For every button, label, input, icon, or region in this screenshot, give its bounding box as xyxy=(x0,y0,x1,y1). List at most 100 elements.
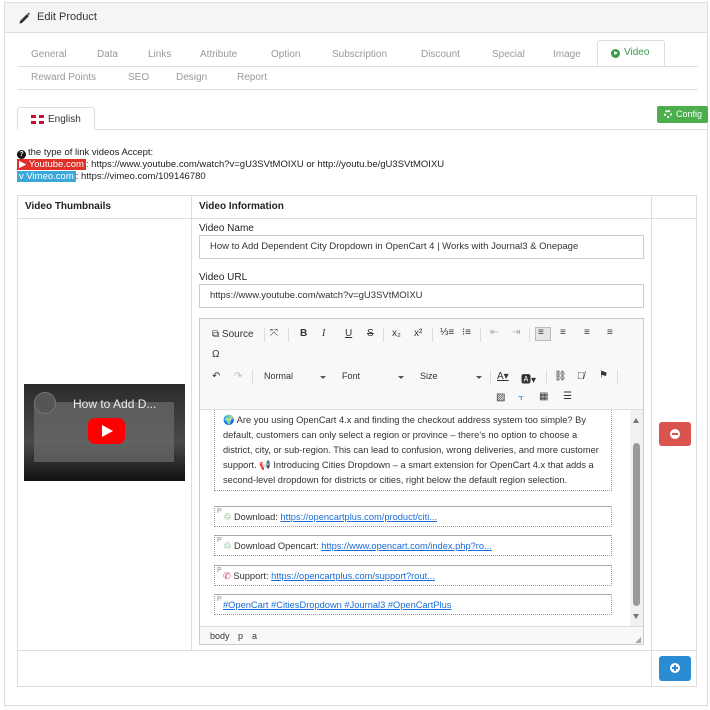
size-dropdown[interactable]: Size xyxy=(420,371,482,385)
page-title: Edit Product xyxy=(37,11,97,23)
tab-report[interactable]: Report xyxy=(237,72,267,94)
bold-icon[interactable]: B xyxy=(300,328,307,339)
help-youtube: ▶ Youtube.com: https://www.youtube.com/w… xyxy=(17,159,444,170)
support-link[interactable]: https://opencartplus.com/support?rout... xyxy=(271,571,435,581)
tab-image[interactable]: Image xyxy=(553,49,581,71)
superscript-icon[interactable]: x² xyxy=(414,328,422,339)
tab-seo[interactable]: SEO xyxy=(128,72,149,94)
tab-option[interactable]: Option xyxy=(271,49,300,71)
paragraph-marker: P xyxy=(217,596,222,603)
video-url-input[interactable]: https://www.youtube.com/watch?v=gU3SVtMO… xyxy=(199,284,644,308)
scroll-thumb[interactable] xyxy=(633,443,640,606)
table-icon[interactable]: ▦ xyxy=(539,391,548,402)
editor-scrollbar[interactable] xyxy=(630,410,643,626)
vimeo-badge: v Vimeo.com xyxy=(17,171,76,182)
editor-paragraph[interactable]: P ♲ Download: https://opencartplus.com/p… xyxy=(214,506,612,527)
bg-color-icon[interactable]: 🅰▾ xyxy=(521,371,536,386)
italic-icon[interactable]: I xyxy=(322,328,325,339)
hashtags-link[interactable]: #OpenCart #CitiesDropdown #Journal3 #Ope… xyxy=(223,600,451,610)
help-intro: ? the type of link videos Accept: xyxy=(17,147,153,159)
recycle-icon: ♲ xyxy=(223,541,232,551)
channel-avatar xyxy=(34,392,56,414)
resize-handle-icon[interactable]: ◢ xyxy=(635,635,641,644)
vimeo-label: Vimeo.com xyxy=(26,171,74,182)
image-icon[interactable]: ▨ xyxy=(496,392,505,403)
plus-circle-icon xyxy=(670,663,680,673)
anchor-flag-icon[interactable]: ⚑ xyxy=(599,370,608,381)
path-a[interactable]: a xyxy=(252,631,257,641)
support-label: Support: xyxy=(233,571,272,581)
download-link[interactable]: https://opencartplus.com/product/citi... xyxy=(280,512,437,522)
editor-content[interactable]: 🌍 Are you using OpenCart 4.x and finding… xyxy=(200,410,643,626)
video-name-input[interactable]: How to Add Dependent City Dropdown in Op… xyxy=(199,235,644,259)
question-icon: ? xyxy=(17,150,26,159)
tab-attribute[interactable]: Attribute xyxy=(200,49,237,71)
redo-icon[interactable]: ↷ xyxy=(234,371,242,382)
strike-icon[interactable]: S xyxy=(367,328,374,339)
editor-paragraph[interactable]: P #OpenCart #CitiesDropdown #Journal3 #O… xyxy=(214,594,612,615)
row-divider xyxy=(17,650,697,651)
underline-icon[interactable]: U xyxy=(345,328,352,339)
path-body[interactable]: body xyxy=(210,631,230,641)
editor-status-bar: body p a ◢ xyxy=(200,626,643,644)
minus-circle-icon xyxy=(670,429,680,439)
align-right-icon[interactable]: ≡ xyxy=(584,327,590,338)
unlink-icon[interactable]: ⛓̸ xyxy=(577,371,585,382)
align-left-icon[interactable]: ≡ xyxy=(538,327,544,338)
outdent-icon[interactable]: ⇤ xyxy=(490,327,498,338)
toolbar-separator xyxy=(264,328,265,342)
align-justify-icon[interactable]: ≡ xyxy=(607,327,613,338)
video-thumbnail[interactable]: How to Add D... xyxy=(24,384,185,481)
tab-language-english[interactable]: English xyxy=(17,107,95,130)
special-char-icon[interactable]: Ω xyxy=(212,349,219,360)
link-icon[interactable]: ⛓ xyxy=(554,371,567,382)
paragraph-text-intro: 🌍 Are you using OpenCart 4.x and finding… xyxy=(223,415,599,485)
indent-icon[interactable]: ⇥ xyxy=(512,327,520,338)
uk-flag-icon xyxy=(31,115,44,124)
maximize-icon[interactable]: ⤧ xyxy=(270,328,278,339)
add-video-button[interactable] xyxy=(659,656,691,681)
scroll-up-icon[interactable] xyxy=(633,418,639,423)
youtube-play-icon[interactable] xyxy=(88,418,125,444)
editor-paragraph[interactable]: 🌍 Are you using OpenCart 4.x and finding… xyxy=(214,410,612,491)
column-divider xyxy=(191,195,192,650)
tab-links[interactable]: Links xyxy=(148,49,171,71)
tab-reward-points[interactable]: Reward Points xyxy=(31,72,96,94)
tab-subscription[interactable]: Subscription xyxy=(332,49,387,71)
download-opencart-link[interactable]: https://www.opencart.com/index.php?ro... xyxy=(321,541,492,551)
remove-video-button[interactable] xyxy=(659,422,691,446)
editor-paragraph[interactable]: P ♲ Download Opencart: https://www.openc… xyxy=(214,535,612,556)
text-color-icon[interactable]: A▾ xyxy=(497,371,509,382)
font-dropdown[interactable]: Font xyxy=(342,371,404,385)
numbered-list-icon[interactable]: ⅓≡ xyxy=(440,327,454,338)
undo-icon[interactable]: ↶ xyxy=(212,371,220,382)
toolbar-separator xyxy=(288,328,289,342)
format-dropdown[interactable]: Normal xyxy=(264,371,326,385)
align-center-icon[interactable]: ≡ xyxy=(560,327,566,338)
horizontal-rule-icon[interactable]: ☰ xyxy=(563,391,572,402)
editor-paragraph[interactable]: P ✆ Support: https://opencartplus.com/su… xyxy=(214,565,612,586)
tab-general[interactable]: General xyxy=(31,49,67,71)
scroll-down-icon[interactable] xyxy=(633,614,639,619)
source-icon: ⧉ xyxy=(212,329,220,340)
tab-video-label: Video xyxy=(624,47,650,58)
tab-data[interactable]: Data xyxy=(97,49,118,71)
tab-divider xyxy=(18,89,698,90)
config-label: Config xyxy=(676,109,703,119)
tab-special[interactable]: Special xyxy=(492,49,525,71)
config-button[interactable]: Config xyxy=(657,106,708,123)
youtube-badge: ▶ Youtube.com xyxy=(17,159,86,170)
help-vimeo: v Vimeo.com: https://vimeo.com/109146780 xyxy=(17,171,206,182)
filter-icon[interactable]: ⫟ xyxy=(518,392,524,403)
tab-discount[interactable]: Discount xyxy=(421,49,460,71)
tab-video[interactable]: Video xyxy=(597,40,665,66)
toolbar-separator xyxy=(480,328,481,342)
toolbar-separator xyxy=(529,328,530,342)
subscript-icon[interactable]: x₂ xyxy=(392,328,401,339)
bullet-list-icon[interactable]: ⁝≡ xyxy=(462,327,471,338)
language-label: English xyxy=(48,114,81,125)
tab-design[interactable]: Design xyxy=(176,72,207,94)
paragraph-marker: P xyxy=(217,567,222,574)
source-button[interactable]: ⧉ Source xyxy=(212,329,254,340)
path-p[interactable]: p xyxy=(238,631,243,641)
